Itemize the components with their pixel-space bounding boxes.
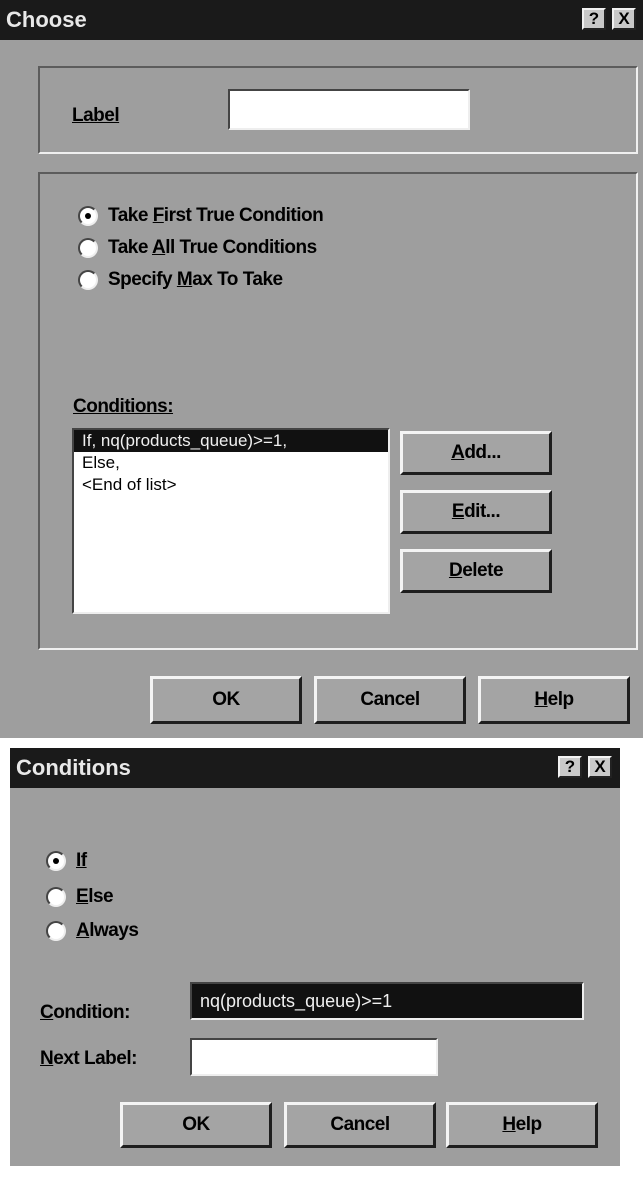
conditions-dialog: Conditions ? X If Else Always Condition:… <box>10 748 620 1166</box>
radio-selected-icon <box>46 851 66 871</box>
delete-button-label: Delete <box>448 560 504 581</box>
radio-take-first-label: Take First True Condition <box>108 205 324 226</box>
add-button-label: Add... <box>451 442 501 463</box>
conditions-title: Conditions <box>16 755 131 780</box>
separator <box>0 738 643 748</box>
help-button-label: Help <box>534 689 574 710</box>
next-label-caption: Next Label: <box>40 1048 137 1069</box>
conditions-caption-text: Conditions: <box>73 396 174 417</box>
choose-title-bar: Choose <box>0 0 643 40</box>
next-label-input[interactable] <box>190 1038 438 1076</box>
radio-selected-icon <box>78 206 98 226</box>
label-input[interactable] <box>228 89 470 130</box>
edit-button-label: Edit... <box>451 501 501 522</box>
conditions-help-button[interactable]: ? <box>558 756 582 778</box>
condition-input[interactable]: nq(products_queue)>=1 <box>190 982 584 1020</box>
help-button[interactable]: Help <box>478 676 630 724</box>
radio-empty-icon <box>78 238 98 258</box>
condition-input-value: nq(products_queue)>=1 <box>200 991 393 1011</box>
ok-button-label: OK <box>212 689 240 710</box>
choose-close-button[interactable]: X <box>612 8 636 30</box>
radio-take-first[interactable]: Take First True Condition <box>78 205 324 227</box>
conditions-help-text-button[interactable]: Help <box>446 1102 598 1148</box>
list-item[interactable]: Else, <box>74 452 388 474</box>
list-item[interactable]: <End of list> <box>74 474 388 496</box>
cancel-button-label: Cancel <box>360 689 420 710</box>
radio-specify-max[interactable]: Specify Max To Take <box>78 269 283 291</box>
label-caption-text: Label <box>72 105 120 126</box>
ok-button[interactable]: OK <box>150 676 302 724</box>
delete-button[interactable]: Delete <box>400 549 552 593</box>
cancel-button[interactable]: Cancel <box>314 676 466 724</box>
radio-else[interactable]: Else <box>46 886 114 908</box>
radio-if-label: If <box>76 850 87 871</box>
radio-specify-max-label: Specify Max To Take <box>108 269 283 290</box>
radio-empty-icon <box>46 921 66 941</box>
question-icon: ? <box>564 757 576 776</box>
conditions-close-button[interactable]: X <box>588 756 612 778</box>
radio-empty-icon <box>78 270 98 290</box>
conditions-ok-button[interactable]: OK <box>120 1102 272 1148</box>
conditions-listbox[interactable]: If, nq(products_queue)>=1, Else, <End of… <box>72 428 390 614</box>
conditions-title-bar: Conditions <box>10 748 620 788</box>
radio-empty-icon <box>46 887 66 907</box>
label-caption: Label <box>72 105 120 127</box>
radio-always[interactable]: Always <box>46 920 139 942</box>
radio-take-all-label: Take All True Conditions <box>108 237 317 258</box>
edit-button[interactable]: Edit... <box>400 490 552 534</box>
conditions-caption: Conditions: <box>73 396 174 418</box>
radio-always-label: Always <box>76 920 139 941</box>
condition-caption: Condition: <box>40 1002 130 1023</box>
close-icon: X <box>594 757 606 776</box>
add-button[interactable]: Add... <box>400 431 552 475</box>
conditions-ok-label: OK <box>182 1114 210 1135</box>
radio-take-all[interactable]: Take All True Conditions <box>78 237 317 259</box>
choose-title: Choose <box>6 7 87 32</box>
close-icon: X <box>618 9 630 28</box>
question-icon: ? <box>588 9 600 28</box>
list-item[interactable]: If, nq(products_queue)>=1, <box>74 430 388 452</box>
conditions-cancel-label: Cancel <box>330 1114 390 1135</box>
choose-dialog: Choose ? X Label Take First True Conditi… <box>0 0 643 738</box>
radio-else-label: Else <box>76 886 114 907</box>
choose-help-button[interactable]: ? <box>582 8 606 30</box>
conditions-help-label: Help <box>502 1114 542 1135</box>
conditions-cancel-button[interactable]: Cancel <box>284 1102 436 1148</box>
radio-if[interactable]: If <box>46 850 87 872</box>
